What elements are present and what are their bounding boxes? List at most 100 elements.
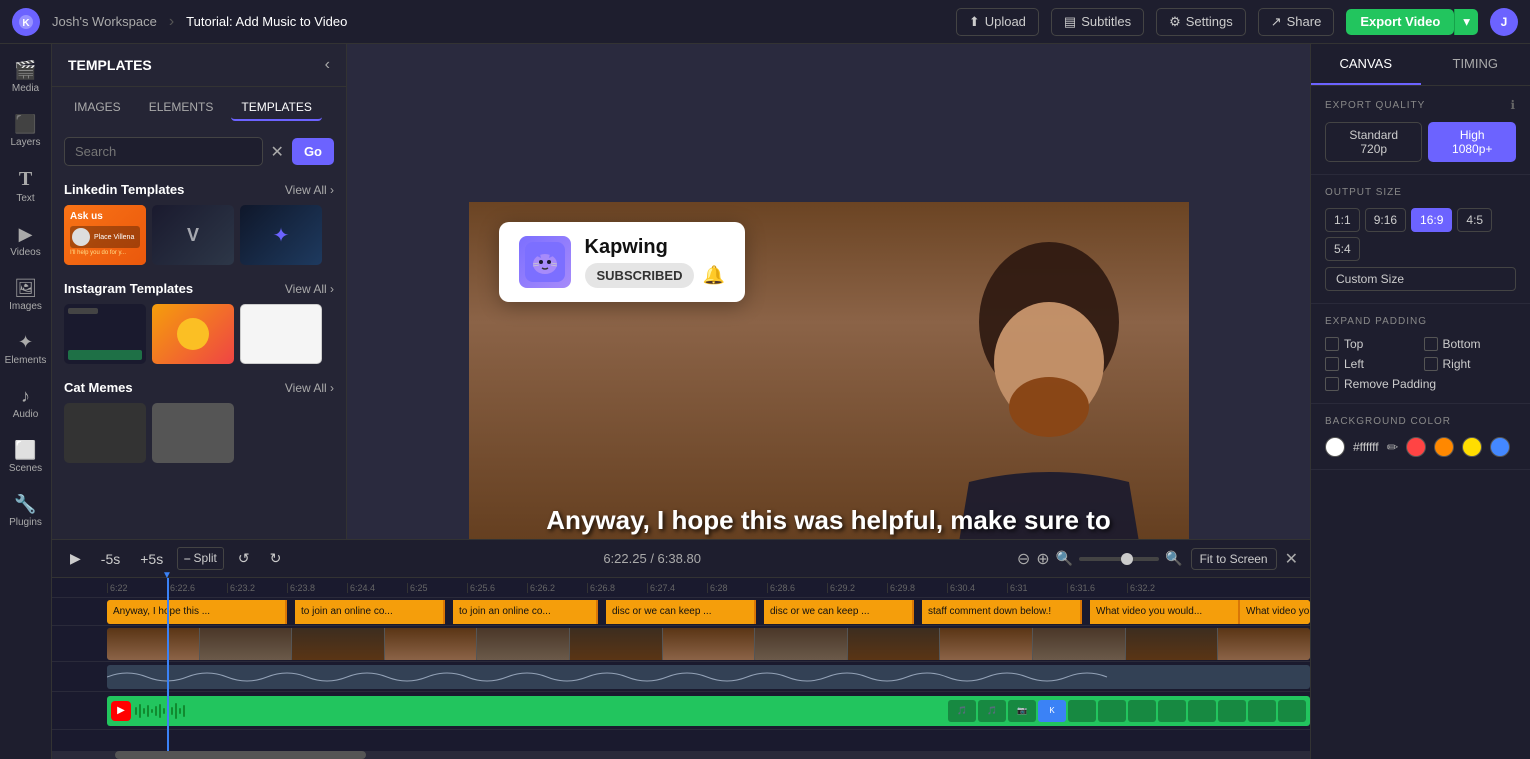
size-16-9-button[interactable]: 16:9 bbox=[1411, 208, 1452, 232]
subtitle-segment[interactable] bbox=[914, 600, 922, 624]
zoom-out-icon[interactable]: ⊖ bbox=[1017, 549, 1030, 569]
padding-bottom-checkbox[interactable] bbox=[1424, 337, 1438, 351]
template-thumb[interactable] bbox=[152, 304, 234, 364]
tab-templates[interactable]: TEMPLATES bbox=[231, 95, 321, 121]
play-button[interactable]: ▶ bbox=[64, 547, 87, 570]
template-thumb[interactable]: Ask us Place Villena I'll help you do fo… bbox=[64, 205, 146, 265]
video-track-content[interactable] bbox=[107, 628, 1310, 660]
left-sidebar: 🎬 Media ⬛ Layers T Text ▶ Videos 🖼 Image… bbox=[0, 44, 52, 759]
instagram-view-all[interactable]: View All › bbox=[285, 282, 334, 296]
linkedin-view-all[interactable]: View All › bbox=[285, 183, 334, 197]
remove-padding-checkbox[interactable] bbox=[1325, 377, 1339, 391]
minus-5s-button[interactable]: -5s bbox=[95, 548, 126, 570]
close-timeline-button[interactable]: ✕ bbox=[1285, 549, 1298, 569]
quality-standard-button[interactable]: Standard 720p bbox=[1325, 122, 1422, 162]
ruler-mark: 6:30.4 bbox=[947, 583, 1007, 593]
clear-search-icon[interactable]: ✕ bbox=[271, 142, 284, 162]
bg-color-white-swatch[interactable] bbox=[1325, 437, 1345, 457]
fit-screen-button[interactable]: Fit to Screen bbox=[1191, 548, 1277, 570]
subtitle-segment[interactable] bbox=[756, 600, 764, 624]
subtitle-segment[interactable] bbox=[598, 600, 606, 624]
template-thumb[interactable] bbox=[64, 304, 146, 364]
export-button[interactable]: Export Video bbox=[1346, 9, 1454, 35]
topbar: K Josh's Workspace › Tutorial: Add Music… bbox=[0, 0, 1530, 44]
padding-top[interactable]: Top bbox=[1325, 337, 1418, 351]
tab-images[interactable]: IMAGES bbox=[64, 95, 131, 121]
playhead[interactable] bbox=[167, 578, 169, 759]
tab-elements[interactable]: ELEMENTS bbox=[139, 95, 224, 121]
padding-left[interactable]: Left bbox=[1325, 357, 1418, 371]
plus-5s-button[interactable]: +5s bbox=[134, 548, 169, 570]
color-picker-icon[interactable]: ✏ bbox=[1387, 439, 1399, 456]
sidebar-item-elements[interactable]: ✦ Elements bbox=[3, 324, 49, 374]
music-track-content[interactable]: ▶ bbox=[107, 696, 1310, 726]
size-5-4-button[interactable]: 5:4 bbox=[1325, 237, 1360, 261]
subtitle-segment[interactable] bbox=[1082, 600, 1090, 624]
sidebar-item-media[interactable]: 🎬 Media bbox=[3, 52, 49, 102]
export-dropdown-button[interactable]: ▾ bbox=[1454, 9, 1478, 35]
padding-right[interactable]: Right bbox=[1424, 357, 1517, 371]
sidebar-item-scenes[interactable]: ⬜ Scenes bbox=[3, 432, 49, 482]
subtitle-segment[interactable] bbox=[287, 600, 295, 624]
subtitle-segment[interactable]: Anyway, I hope this ... bbox=[107, 600, 287, 624]
padding-left-checkbox[interactable] bbox=[1325, 357, 1339, 371]
padding-top-checkbox[interactable] bbox=[1325, 337, 1339, 351]
export-quality-info-icon[interactable]: ℹ bbox=[1510, 98, 1516, 112]
template-thumb[interactable] bbox=[64, 403, 146, 463]
padding-bottom[interactable]: Bottom bbox=[1424, 337, 1517, 351]
svg-text:K: K bbox=[22, 18, 30, 29]
sidebar-item-images[interactable]: 🖼 Images bbox=[3, 270, 49, 320]
subtitle-segment[interactable]: disc or we can keep ... bbox=[606, 600, 756, 624]
sidebar-item-plugins[interactable]: 🔧 Plugins bbox=[3, 486, 49, 536]
subtitle-segment[interactable]: What video you would... bbox=[1090, 600, 1240, 624]
size-1-1-button[interactable]: 1:1 bbox=[1325, 208, 1360, 232]
yt-subscribe-button[interactable]: SUBSCRIBED bbox=[585, 263, 695, 288]
music-track: ▶ bbox=[107, 696, 1310, 726]
tab-canvas[interactable]: CANVAS bbox=[1311, 44, 1421, 85]
bg-color-red-swatch[interactable] bbox=[1406, 437, 1426, 457]
custom-size-button[interactable]: Custom Size bbox=[1325, 267, 1516, 291]
settings-button[interactable]: ⚙ Settings bbox=[1156, 8, 1246, 36]
share-button[interactable]: ↗ Share bbox=[1258, 8, 1335, 36]
bg-color-blue-swatch[interactable] bbox=[1490, 437, 1510, 457]
redo-button[interactable]: ↻ bbox=[264, 547, 288, 570]
zoom-in-icon[interactable]: ⊕ bbox=[1036, 549, 1049, 569]
padding-right-label: Right bbox=[1443, 357, 1471, 371]
undo-button[interactable]: ↺ bbox=[232, 547, 256, 570]
padding-right-checkbox[interactable] bbox=[1424, 357, 1438, 371]
template-thumb[interactable] bbox=[240, 304, 322, 364]
cat-memes-view-all[interactable]: View All › bbox=[285, 381, 334, 395]
subtitle-segment[interactable]: to join an online co... bbox=[453, 600, 598, 624]
template-thumb[interactable] bbox=[152, 403, 234, 463]
bg-color-orange-swatch[interactable] bbox=[1434, 437, 1454, 457]
subtitle-segment[interactable] bbox=[445, 600, 453, 624]
quality-high-button[interactable]: High 1080p+ bbox=[1428, 122, 1516, 162]
search-input[interactable] bbox=[64, 137, 263, 166]
bg-color-yellow-swatch[interactable] bbox=[1462, 437, 1482, 457]
size-4-5-button[interactable]: 4:5 bbox=[1457, 208, 1492, 232]
search-go-button[interactable]: Go bbox=[292, 138, 334, 165]
tab-timing[interactable]: TIMING bbox=[1421, 44, 1530, 85]
remove-padding-button[interactable]: Remove Padding bbox=[1325, 377, 1516, 391]
zoom-slider[interactable] bbox=[1079, 557, 1159, 561]
sidebar-item-layers[interactable]: ⬛ Layers bbox=[3, 106, 49, 156]
subtitles-button[interactable]: ▤ Subtitles bbox=[1051, 8, 1144, 36]
template-thumb[interactable]: V bbox=[152, 205, 234, 265]
padding-left-label: Left bbox=[1344, 357, 1364, 371]
yt-bell-icon[interactable]: 🔔 bbox=[702, 265, 724, 286]
sidebar-item-audio[interactable]: ♪ Audio bbox=[3, 378, 49, 428]
subtitle-segment[interactable]: staff comment down below.! bbox=[922, 600, 1082, 624]
upload-button[interactable]: ⬆ Upload bbox=[956, 8, 1039, 36]
workspace-link[interactable]: Josh's Workspace bbox=[52, 14, 157, 29]
size-9-16-button[interactable]: 9:16 bbox=[1365, 208, 1406, 232]
timeline-scrollbar[interactable] bbox=[52, 751, 1310, 759]
template-thumb[interactable]: ✦ bbox=[240, 205, 322, 265]
cat-memes-section-title: Cat Memes bbox=[64, 380, 133, 395]
subtitle-segment[interactable]: What video yo bbox=[1240, 600, 1310, 624]
subtitle-segment[interactable]: to join an online co... bbox=[295, 600, 445, 624]
subtitle-segment[interactable]: disc or we can keep ... bbox=[764, 600, 914, 624]
sidebar-item-videos[interactable]: ▶ Videos bbox=[3, 216, 49, 266]
sidebar-item-text[interactable]: T Text bbox=[3, 160, 49, 212]
panel-close-button[interactable]: ‹ bbox=[325, 56, 330, 74]
split-button[interactable]: ⎯ Split bbox=[177, 547, 224, 570]
